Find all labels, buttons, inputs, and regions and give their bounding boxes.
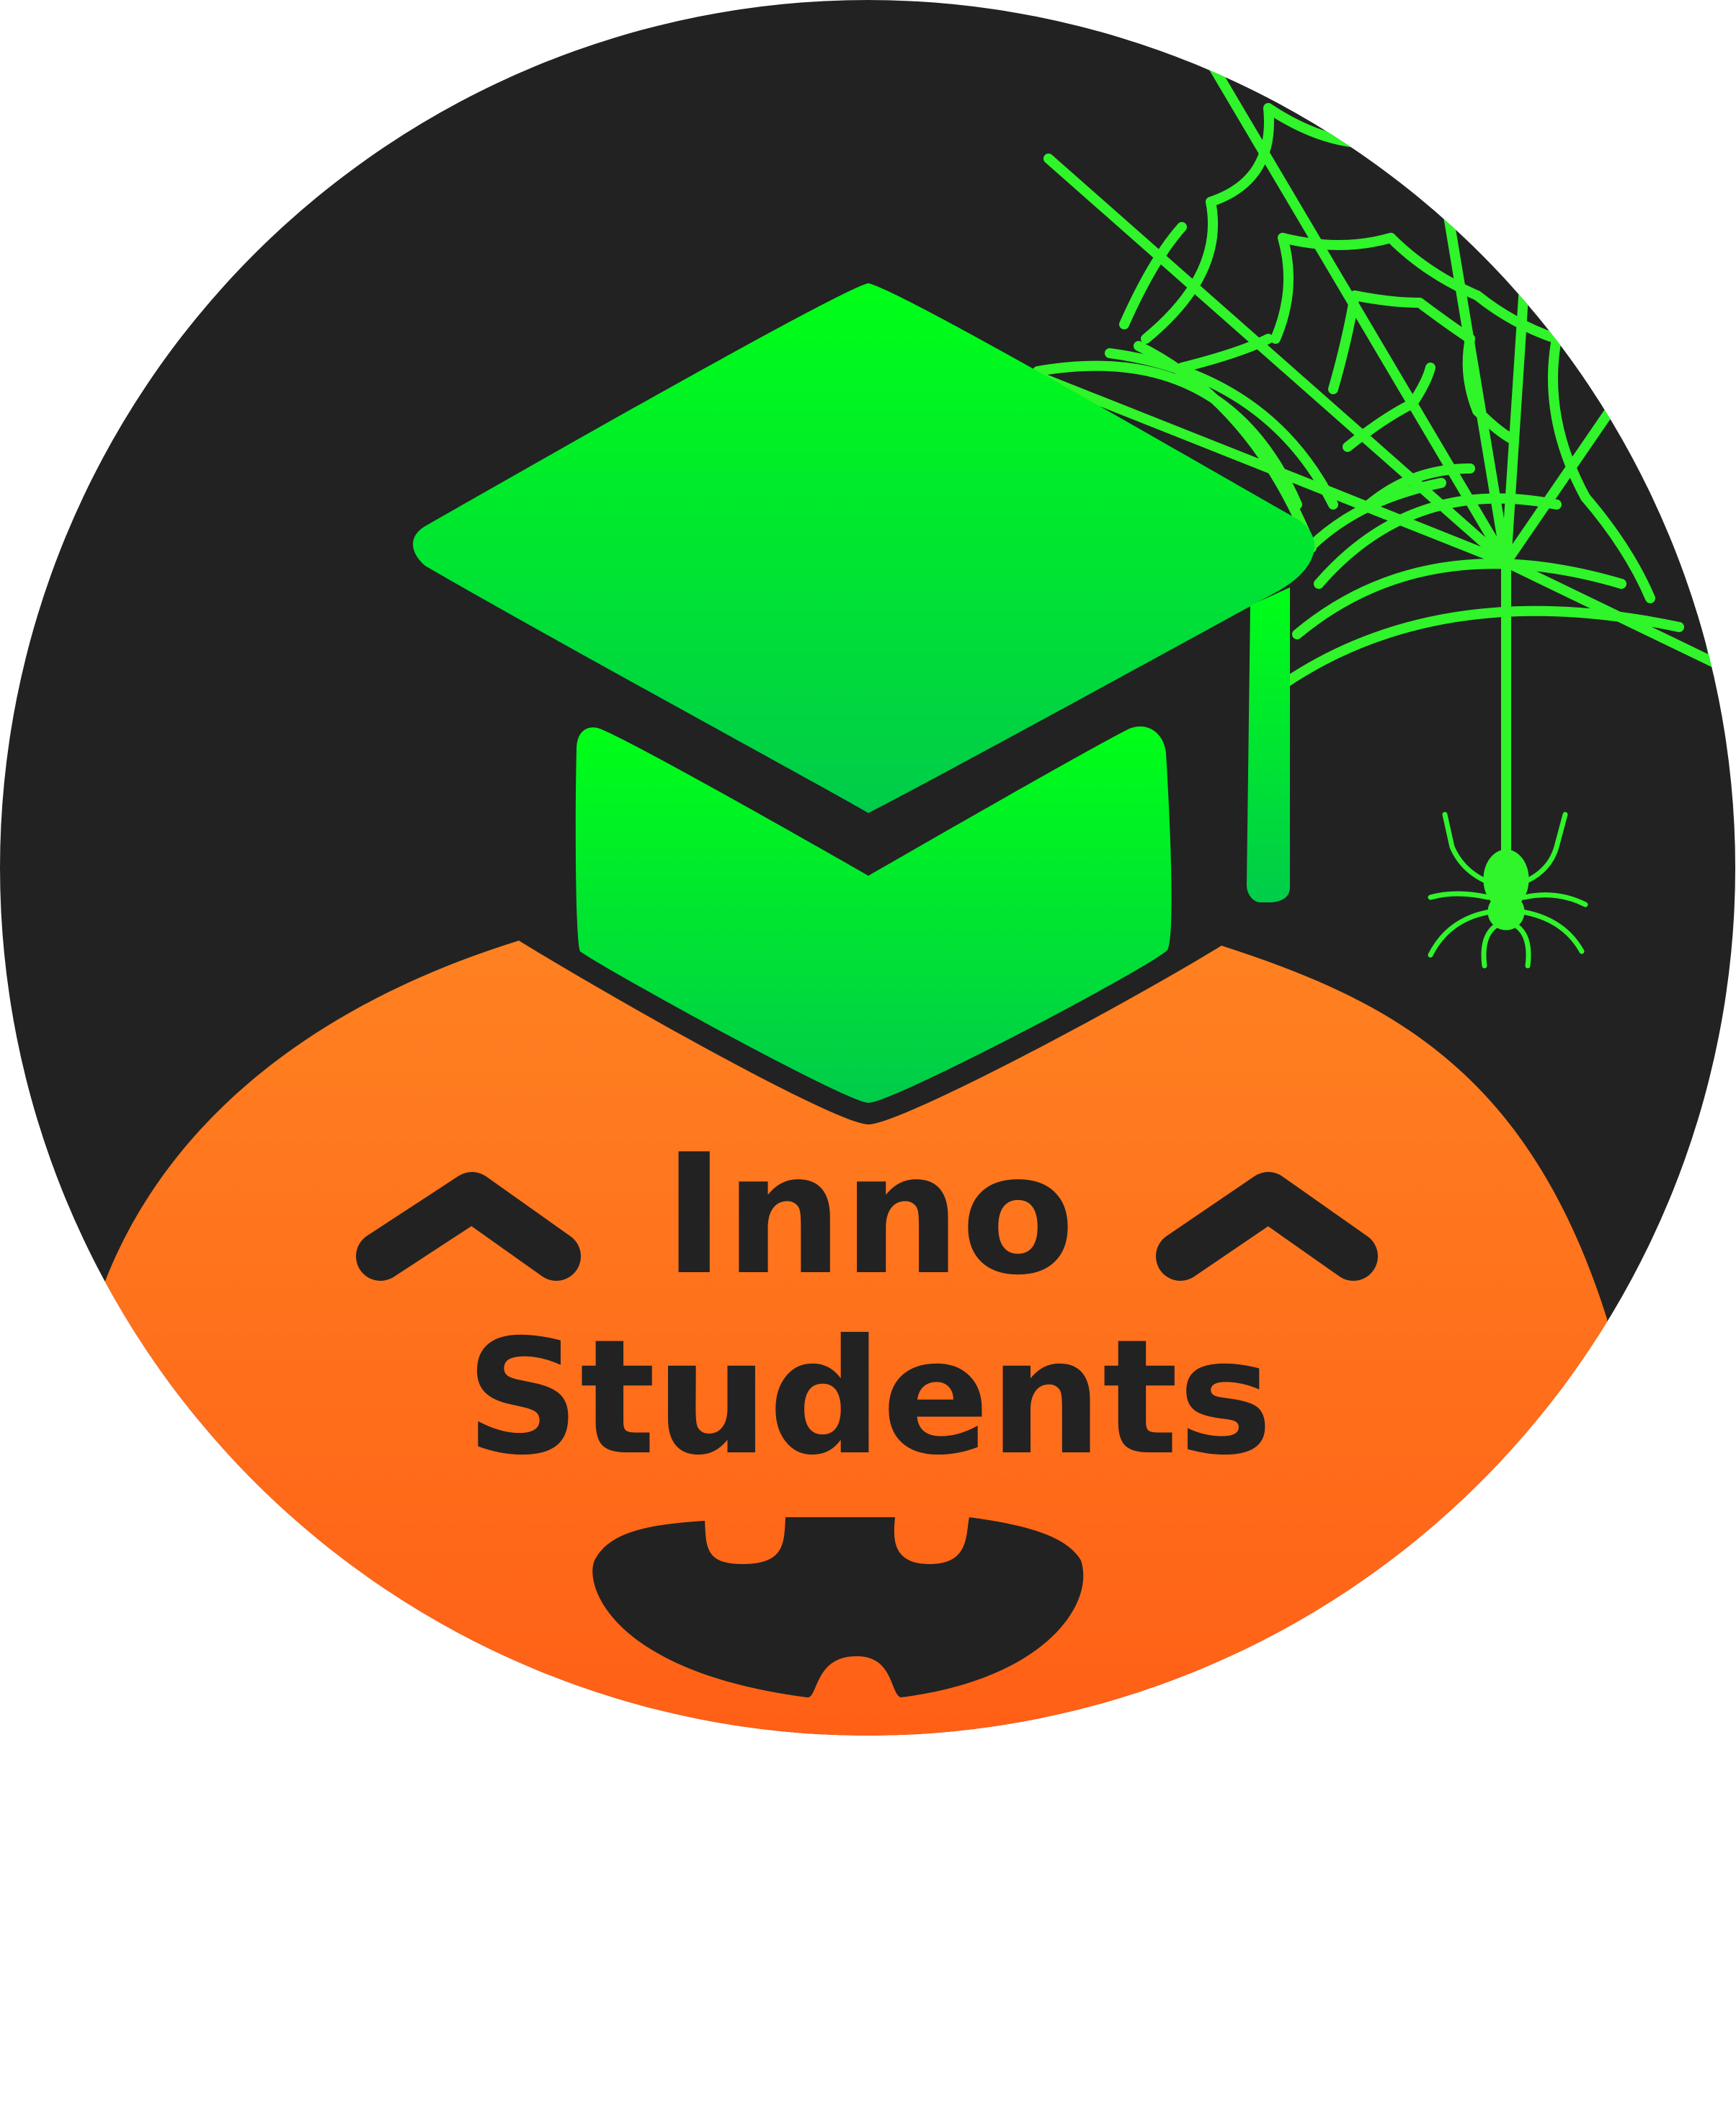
logo-text-line1: Inno bbox=[663, 1119, 1074, 1312]
inno-students-logo: Inno Students bbox=[0, 0, 1735, 1736]
logo-text-line2: Students bbox=[466, 1305, 1273, 1490]
